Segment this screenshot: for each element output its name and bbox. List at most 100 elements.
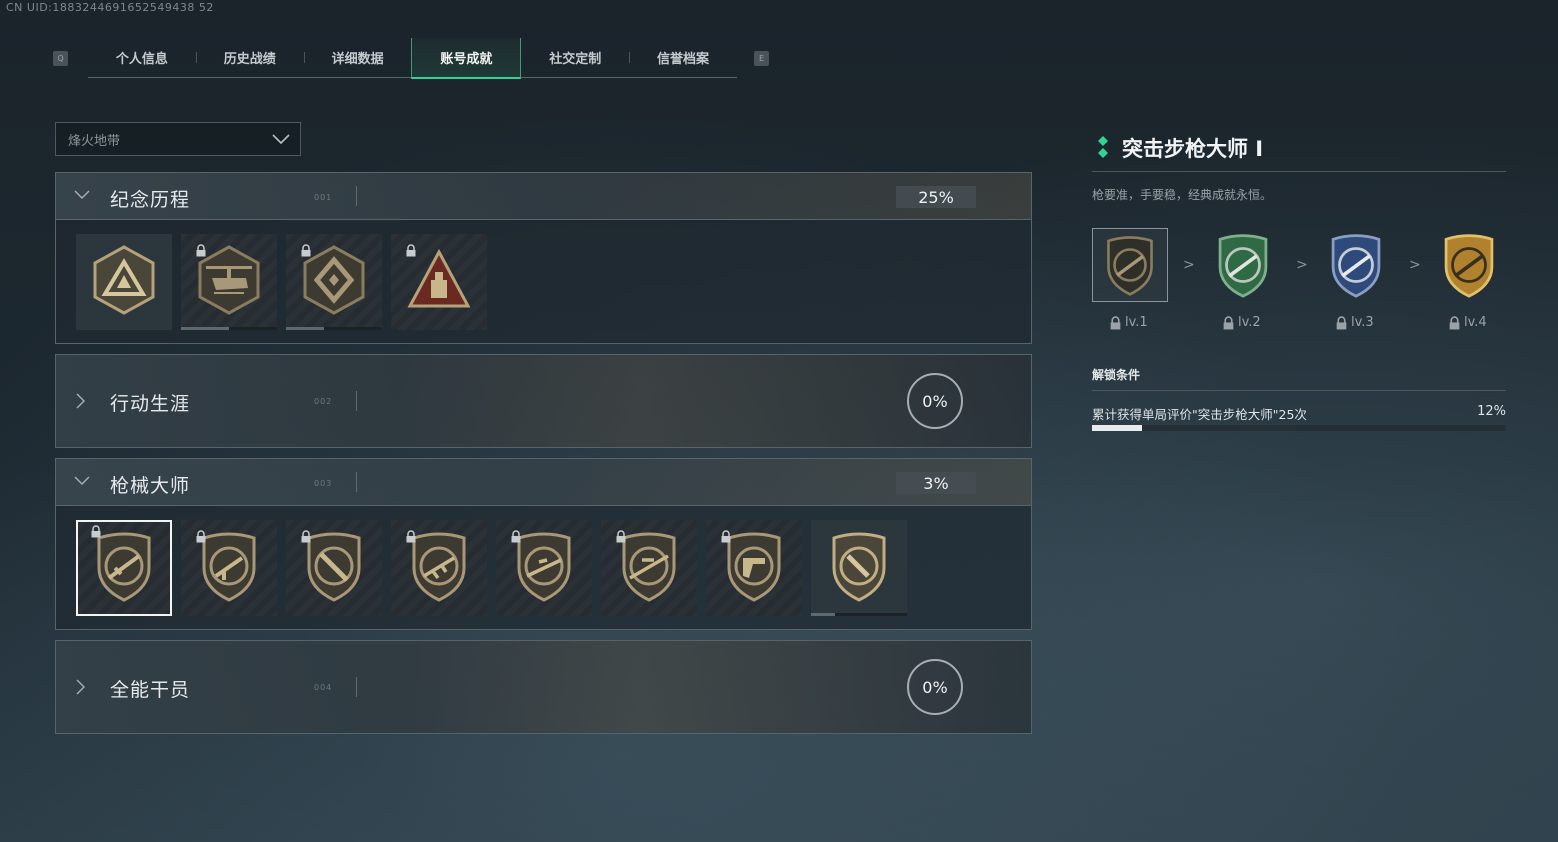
level-label-4: lv.4 bbox=[1449, 315, 1487, 330]
unlock-condition-progress: 12% bbox=[1477, 404, 1506, 419]
badge-progress-fill bbox=[286, 327, 325, 330]
lock-icon bbox=[196, 244, 206, 257]
section-body-memorial bbox=[55, 220, 1032, 344]
level-arrow: > bbox=[1409, 257, 1421, 273]
badge-tile[interactable] bbox=[391, 234, 487, 330]
tab-achievements[interactable]: 账号成就 bbox=[411, 38, 522, 79]
level-text: lv.4 bbox=[1464, 315, 1487, 330]
badge-tile[interactable] bbox=[286, 520, 382, 616]
badge-progress-bar bbox=[286, 327, 382, 330]
level-3-shield-icon bbox=[1331, 234, 1381, 298]
badge-tile[interactable] bbox=[496, 520, 592, 616]
badge-tile[interactable] bbox=[181, 234, 277, 330]
mode-dropdown[interactable]: 烽火地带 bbox=[55, 122, 301, 156]
prev-tab-key-icon[interactable]: Q bbox=[53, 51, 68, 66]
chevron-right-icon bbox=[76, 393, 85, 409]
section-body-weapon-master bbox=[55, 506, 1032, 630]
lock-icon bbox=[406, 530, 416, 543]
melee-shield-icon bbox=[832, 532, 886, 602]
section-progress: 25% bbox=[896, 186, 976, 208]
lock-icon bbox=[406, 244, 416, 257]
tab-match-history[interactable]: 历史战绩 bbox=[195, 38, 304, 77]
level-label-2: lv.2 bbox=[1223, 315, 1261, 330]
section-header-weapon-master[interactable]: 枪械大师 003 3% bbox=[55, 458, 1032, 506]
section-number: 003 bbox=[314, 479, 333, 488]
lock-icon bbox=[616, 530, 626, 543]
achievement-title: 突击步枪大师 I bbox=[1122, 137, 1264, 161]
level-text: lv.2 bbox=[1238, 315, 1261, 330]
badge-progress-fill bbox=[181, 327, 229, 330]
level-1-shield-icon bbox=[1107, 236, 1153, 296]
badge-tile[interactable] bbox=[706, 520, 802, 616]
level-badge-3[interactable] bbox=[1318, 228, 1394, 302]
unlock-condition-text: 累计获得单局评价"突击步枪大师"25次 bbox=[1092, 407, 1307, 422]
lock-icon bbox=[511, 530, 521, 543]
level-text: lv.3 bbox=[1351, 315, 1374, 330]
chevron-right-icon bbox=[76, 679, 85, 695]
section-title: 全能干员 bbox=[110, 679, 191, 701]
section-number: 004 bbox=[314, 683, 333, 692]
lock-icon bbox=[196, 530, 206, 543]
section-number: 002 bbox=[314, 397, 333, 406]
uid-label: CN UID:1883244691652549438 52 bbox=[6, 1, 214, 14]
tab-detailed-data[interactable]: 详细数据 bbox=[303, 38, 412, 77]
lock-icon bbox=[721, 530, 731, 543]
level-badge-1[interactable] bbox=[1092, 228, 1168, 302]
badge-tile[interactable] bbox=[181, 520, 277, 616]
badge-tile[interactable] bbox=[286, 234, 382, 330]
badge-progress-fill bbox=[811, 613, 835, 616]
chevron-down-icon bbox=[74, 190, 90, 199]
unlock-progress-bar bbox=[1092, 425, 1506, 431]
lock-icon bbox=[1336, 315, 1347, 329]
section-title: 枪械大师 bbox=[110, 475, 191, 497]
lock-icon bbox=[1110, 315, 1121, 329]
level-arrow: > bbox=[1183, 257, 1195, 273]
unlock-progress-fill bbox=[1092, 425, 1142, 431]
section-header-career[interactable]: 行动生涯 002 0% bbox=[55, 354, 1032, 448]
tab-personal-info[interactable]: 个人信息 bbox=[88, 38, 196, 77]
title-marker-icon bbox=[1098, 136, 1108, 158]
badge-tile[interactable] bbox=[601, 520, 697, 616]
lock-icon bbox=[301, 244, 311, 257]
chevron-down-icon bbox=[74, 476, 90, 485]
divider bbox=[1092, 171, 1506, 172]
tab-reputation[interactable]: 信誉档案 bbox=[629, 38, 737, 77]
badge-tile[interactable] bbox=[76, 520, 172, 616]
lock-icon bbox=[301, 530, 311, 543]
tab-social-customize[interactable]: 社交定制 bbox=[521, 38, 629, 77]
badge-tile[interactable] bbox=[76, 234, 172, 330]
profile-tabs: 个人信息 历史战绩 详细数据 账号成就 社交定制 信誉档案 bbox=[88, 38, 737, 79]
lock-icon bbox=[1449, 315, 1460, 329]
badge-tile[interactable] bbox=[811, 520, 907, 616]
section-divider bbox=[356, 472, 357, 492]
level-badge-2[interactable] bbox=[1205, 228, 1281, 302]
section-number: 001 bbox=[314, 193, 333, 202]
section-header-all-rounder[interactable]: 全能干员 004 0% bbox=[55, 640, 1032, 734]
level-label-1: lv.1 bbox=[1110, 315, 1148, 330]
level-2-shield-icon bbox=[1218, 234, 1268, 298]
section-progress: 0% bbox=[907, 659, 963, 715]
badge-tile[interactable] bbox=[391, 520, 487, 616]
chevron-down-icon bbox=[272, 134, 290, 144]
section-divider bbox=[356, 186, 357, 206]
level-badge-4[interactable] bbox=[1431, 228, 1507, 302]
level-text: lv.1 bbox=[1125, 315, 1148, 330]
badge-progress-bar bbox=[811, 613, 907, 616]
section-progress: 0% bbox=[907, 373, 963, 429]
next-tab-key-icon[interactable]: E bbox=[754, 51, 769, 66]
section-title: 行动生涯 bbox=[110, 393, 191, 415]
triangle-emblem-icon bbox=[93, 245, 155, 315]
section-header-memorial[interactable]: 纪念历程 001 25% bbox=[55, 172, 1032, 220]
section-progress: 3% bbox=[896, 472, 976, 494]
divider bbox=[1092, 390, 1506, 391]
section-title: 纪念历程 bbox=[110, 189, 191, 211]
assault-rifle-shield-icon bbox=[97, 532, 151, 602]
level-arrow: > bbox=[1296, 257, 1308, 273]
section-divider bbox=[356, 677, 357, 697]
lock-icon bbox=[1223, 315, 1234, 329]
achievement-description: 枪要准，手要稳，经典成就永恒。 bbox=[1092, 188, 1273, 202]
unlock-heading: 解锁条件 bbox=[1092, 368, 1141, 382]
level-label-3: lv.3 bbox=[1336, 315, 1374, 330]
level-4-shield-icon bbox=[1444, 234, 1494, 298]
mode-dropdown-value: 烽火地带 bbox=[68, 133, 121, 149]
